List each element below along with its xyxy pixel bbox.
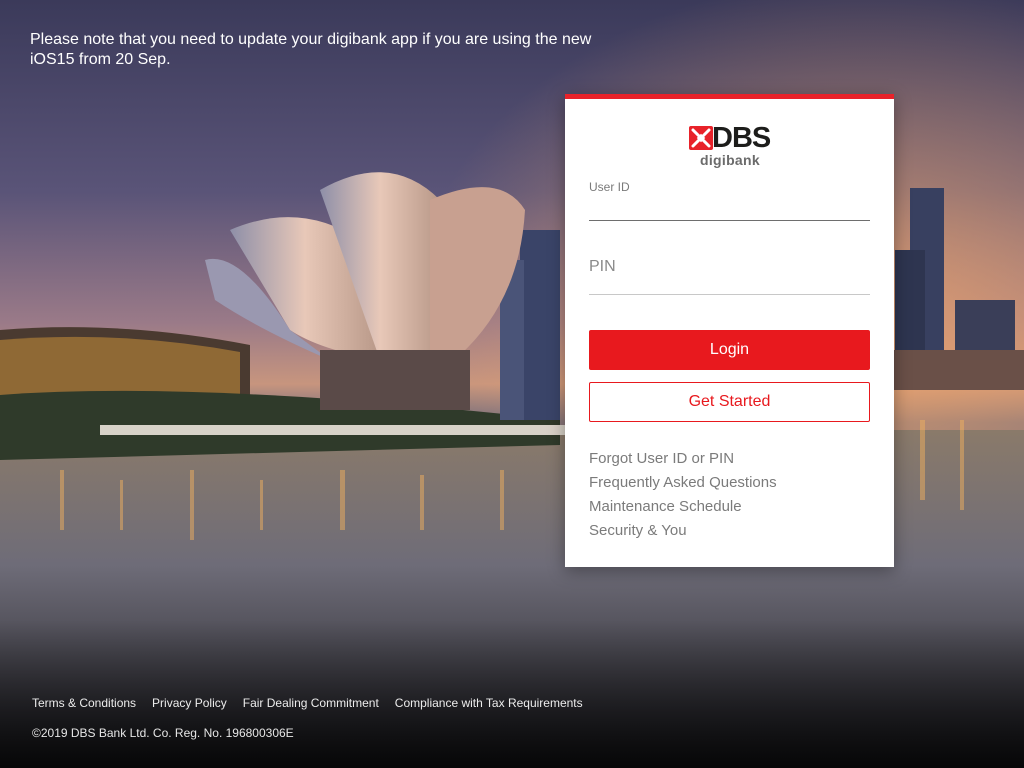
forgot-credentials-link[interactable]: Forgot User ID or PIN: [589, 447, 777, 471]
user-id-field-group: User ID: [589, 175, 870, 221]
privacy-policy-link[interactable]: Privacy Policy: [152, 696, 227, 710]
faq-link[interactable]: Frequently Asked Questions: [589, 471, 777, 495]
terms-link[interactable]: Terms & Conditions: [32, 696, 136, 710]
help-links: Forgot User ID or PIN Frequently Asked Q…: [589, 447, 777, 543]
fair-dealing-link[interactable]: Fair Dealing Commitment: [243, 696, 379, 710]
tax-compliance-link[interactable]: Compliance with Tax Requirements: [395, 696, 583, 710]
copyright-text: ©2019 DBS Bank Ltd. Co. Reg. No. 1968003…: [32, 726, 294, 740]
footer-links: Terms & Conditions Privacy Policy Fair D…: [32, 696, 583, 710]
user-id-input[interactable]: [589, 200, 870, 218]
login-button[interactable]: Login: [589, 330, 870, 370]
logo-product-name: digibank: [700, 152, 760, 168]
user-id-label: User ID: [589, 180, 630, 194]
security-link[interactable]: Security & You: [589, 519, 777, 543]
maintenance-schedule-link[interactable]: Maintenance Schedule: [589, 495, 777, 519]
dbs-digibank-logo: DBS digibank: [689, 123, 773, 171]
pin-input[interactable]: [589, 258, 870, 276]
login-card: DBS digibank User ID Login Get Started F…: [565, 94, 894, 567]
get-started-button[interactable]: Get Started: [589, 382, 870, 422]
dbs-star-icon: [689, 126, 713, 150]
logo-wordmark: DBS: [712, 122, 771, 154]
pin-field-group: [589, 250, 870, 295]
ios-update-notice: Please note that you need to update your…: [30, 31, 592, 68]
